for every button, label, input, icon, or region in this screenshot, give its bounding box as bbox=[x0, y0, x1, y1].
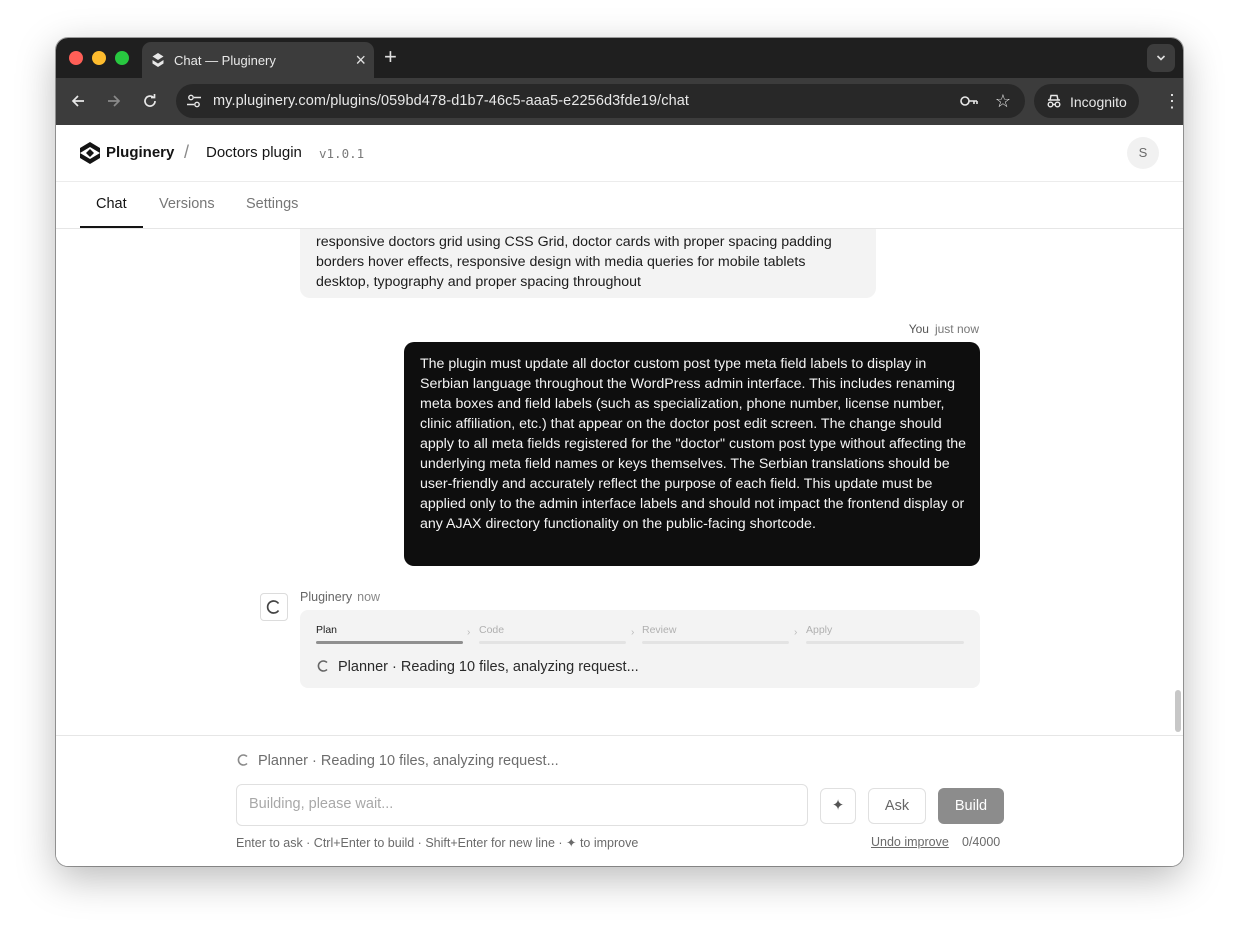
browser-menu-icon[interactable]: ⋮ bbox=[1163, 90, 1181, 112]
step-progress-bar bbox=[806, 641, 964, 644]
user-message-meta: You just now bbox=[909, 322, 979, 336]
step-code: Code bbox=[479, 624, 627, 644]
brand-name[interactable]: Pluginery bbox=[106, 144, 174, 161]
tab-search-button[interactable] bbox=[1147, 44, 1175, 72]
pluginery-logo-icon[interactable] bbox=[80, 142, 100, 164]
composer: Planner · Reading 10 files, analyzing re… bbox=[56, 735, 1183, 866]
pluginery-bot-avatar bbox=[260, 593, 288, 621]
chevron-right-icon: › bbox=[631, 627, 635, 638]
composer-status-text: Planner · Reading 10 files, analyzing re… bbox=[258, 753, 559, 769]
step-label: Review bbox=[642, 624, 677, 636]
step-plan: Plan bbox=[316, 624, 464, 644]
spinner-icon bbox=[317, 660, 328, 672]
bot-message-meta: Pluginery now bbox=[300, 590, 380, 604]
tab-chat[interactable]: Chat bbox=[96, 196, 127, 212]
arrow-left-icon bbox=[71, 95, 84, 107]
address-bar[interactable]: my.pluginery.com/plugins/059bd478-d1b7-4… bbox=[176, 84, 1025, 118]
assistant-message-bubble: responsive doctors grid using CSS Grid, … bbox=[300, 229, 876, 298]
pluginery-favicon-icon bbox=[152, 53, 164, 67]
step-review: Review bbox=[642, 624, 790, 644]
step-label: Plan bbox=[316, 624, 338, 636]
message-input-wrapper bbox=[236, 784, 808, 826]
maximize-window-button[interactable] bbox=[115, 51, 129, 65]
planner-status: Planner · Reading 10 files, analyzing re… bbox=[316, 659, 639, 675]
version-badge: v1.0.1 bbox=[319, 146, 365, 161]
breadcrumb-plugin-name[interactable]: Doctors plugin bbox=[206, 144, 302, 161]
message-author: Pluginery bbox=[300, 590, 353, 604]
user-avatar[interactable]: S bbox=[1127, 137, 1159, 169]
browser-tab[interactable]: Chat — Pluginery × bbox=[142, 42, 374, 78]
tab-title: Chat — Pluginery bbox=[174, 53, 276, 68]
chevron-down-icon bbox=[1156, 55, 1166, 61]
step-progress-bar bbox=[316, 641, 463, 644]
improve-button[interactable]: ✦ bbox=[820, 788, 856, 824]
browser-window: Chat — Pluginery × + my.pluginery.com/pl… bbox=[56, 38, 1183, 866]
incognito-label: Incognito bbox=[1070, 94, 1127, 110]
forward-button[interactable] bbox=[103, 90, 125, 112]
back-button[interactable] bbox=[67, 90, 89, 112]
undo-improve-link[interactable]: Undo improve bbox=[871, 835, 949, 849]
minimize-window-button[interactable] bbox=[92, 51, 106, 65]
step-label: Apply bbox=[806, 624, 833, 636]
message-author: You bbox=[908, 322, 929, 336]
site-settings-icon[interactable] bbox=[186, 93, 202, 109]
step-apply: Apply bbox=[806, 624, 964, 644]
step-progress-bar bbox=[479, 641, 626, 644]
page-tabs: Chat Versions Settings bbox=[56, 182, 1183, 229]
reload-icon bbox=[144, 94, 156, 107]
url-text[interactable]: my.pluginery.com/plugins/059bd478-d1b7-4… bbox=[213, 93, 689, 109]
incognito-indicator[interactable]: Incognito bbox=[1034, 84, 1139, 118]
scrollbar-thumb[interactable] bbox=[1175, 690, 1181, 732]
step-label: Code bbox=[479, 624, 505, 636]
spinner-icon bbox=[237, 754, 248, 766]
composer-status: Planner · Reading 10 files, analyzing re… bbox=[236, 753, 559, 769]
breadcrumb-separator: / bbox=[184, 142, 190, 162]
build-progress-card: Plan › Code › Review › Apply Planner · R… bbox=[300, 610, 980, 688]
app-page: Pluginery / Doctors plugin v1.0.1 S Chat… bbox=[56, 125, 1183, 866]
password-key-icon[interactable] bbox=[959, 92, 979, 110]
close-tab-icon[interactable]: × bbox=[355, 49, 366, 71]
chevron-right-icon: › bbox=[467, 627, 471, 638]
chevron-right-icon: › bbox=[794, 627, 798, 638]
close-window-button[interactable] bbox=[69, 51, 83, 65]
planner-status-text: Planner · Reading 10 files, analyzing re… bbox=[338, 659, 639, 675]
incognito-icon bbox=[1047, 94, 1061, 108]
ask-button[interactable]: Ask bbox=[868, 788, 926, 824]
character-counter: 0/4000 bbox=[962, 835, 1001, 849]
tab-versions[interactable]: Versions bbox=[159, 196, 215, 212]
bookmark-star-icon[interactable]: ☆ bbox=[995, 91, 1011, 111]
user-message-bubble: The plugin must update all doctor custom… bbox=[404, 342, 980, 566]
app-header: Pluginery / Doctors plugin v1.0.1 S bbox=[56, 125, 1183, 182]
reload-button[interactable] bbox=[139, 90, 161, 112]
build-button[interactable]: Build bbox=[938, 788, 1004, 824]
keyboard-hint: Enter to ask · Ctrl+Enter to build · Shi… bbox=[236, 836, 639, 850]
spinner-icon bbox=[266, 600, 280, 614]
browser-toolbar: my.pluginery.com/plugins/059bd478-d1b7-4… bbox=[56, 78, 1183, 125]
message-text: responsive doctors grid using CSS Grid, … bbox=[316, 234, 832, 290]
message-time: now bbox=[357, 590, 381, 604]
message-time: just now bbox=[934, 322, 979, 336]
arrow-right-icon bbox=[108, 95, 121, 107]
tab-settings[interactable]: Settings bbox=[246, 196, 298, 212]
new-tab-button[interactable]: + bbox=[384, 45, 397, 69]
step-progress-bar bbox=[642, 641, 789, 644]
message-input[interactable] bbox=[237, 785, 789, 823]
chat-thread[interactable]: responsive doctors grid using CSS Grid, … bbox=[56, 229, 1183, 735]
message-text: The plugin must update all doctor custom… bbox=[420, 356, 967, 532]
active-tab-indicator bbox=[80, 226, 143, 228]
tab-strip: Chat — Pluginery × + bbox=[56, 38, 1183, 78]
